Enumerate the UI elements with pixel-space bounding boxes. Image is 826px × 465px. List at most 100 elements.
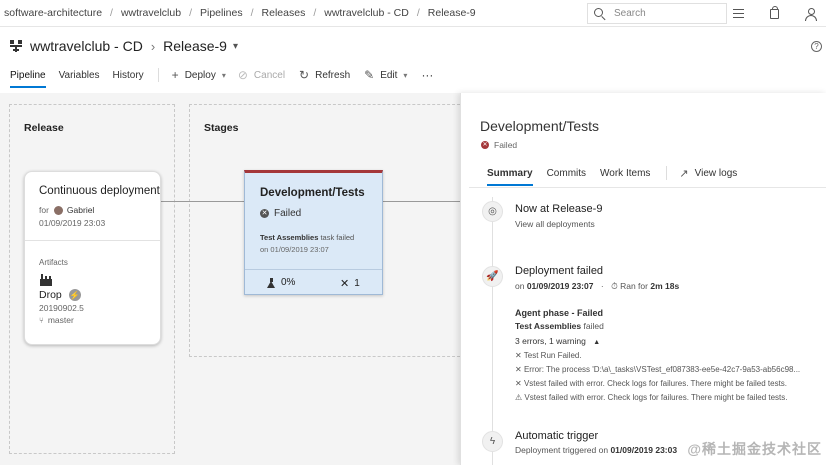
phase-task-suffix: failed: [581, 321, 604, 331]
search-box[interactable]: Search: [587, 3, 727, 24]
avatar: [53, 205, 63, 215]
search-icon: [594, 7, 606, 20]
cd-for-label: for: [39, 205, 49, 215]
title-separator: ›: [150, 38, 156, 54]
artifacts-label: Artifacts: [39, 258, 68, 267]
timeline-line: [492, 197, 493, 465]
chevron-up-icon: ▲: [593, 339, 601, 346]
deploy-button[interactable]: + Deploy ▾: [172, 62, 226, 88]
release-title[interactable]: Release-9: [163, 38, 227, 54]
breadcrumb-separator: /: [250, 7, 254, 19]
deploy-label: Deploy: [184, 69, 216, 81]
rocket-icon: 🚀: [482, 266, 503, 287]
more-actions-button[interactable]: ···: [421, 62, 433, 88]
chevron-down-icon: ▾: [221, 70, 226, 80]
help-icon[interactable]: ?: [811, 41, 822, 52]
breadcrumb-separator: /: [416, 7, 420, 19]
deploy-duration: 2m 18s: [650, 281, 680, 291]
stage-errors-value: 1: [354, 278, 360, 289]
tests-passed-value: 0%: [281, 277, 296, 288]
breadcrumb-separator: /: [189, 7, 192, 19]
continuous-deployment-card[interactable]: Continuous deployment for Gabriel 01/09/…: [24, 171, 161, 345]
error-text: Test Run Failed.: [523, 351, 582, 360]
breadcrumb-separator: /: [313, 7, 317, 19]
breadcrumb-releases[interactable]: Releases: [262, 7, 306, 19]
error-message: ✕ Vstest failed with error. Check logs f…: [515, 379, 787, 388]
stages-column-title: Stages: [204, 122, 239, 134]
user-settings-icon[interactable]: [800, 4, 820, 24]
marketplace-icon[interactable]: [764, 4, 784, 24]
tab-history[interactable]: History: [113, 62, 144, 88]
agent-phase-heading[interactable]: Agent phase - Failed: [515, 308, 603, 318]
breadcrumb-release[interactable]: Release-9: [428, 7, 476, 19]
search-input[interactable]: Search: [614, 8, 646, 19]
tab-label: History: [112, 69, 144, 81]
list-icon[interactable]: [728, 4, 748, 24]
breadcrumb-project[interactable]: wwtravelclub: [121, 7, 181, 19]
artifact-branch-row: ⑂ master: [39, 315, 74, 325]
view-logs-label: View logs: [694, 167, 738, 179]
stage-date: on 01/09/2019 23:07: [260, 245, 329, 254]
failed-icon: ✕: [481, 141, 489, 149]
tab-variables[interactable]: Variables: [59, 62, 100, 88]
tab-summary[interactable]: Summary: [487, 163, 533, 186]
automatic-trigger-heading: Automatic trigger: [515, 430, 599, 442]
refresh-label: Refresh: [315, 69, 351, 81]
view-logs-button[interactable]: ↗ View logs: [679, 163, 737, 183]
edit-button[interactable]: ✎ Edit ▾: [364, 62, 407, 88]
top-bar: software-architecture / wwtravelclub / P…: [0, 0, 826, 27]
error-icon: ✕: [515, 351, 524, 360]
cd-user: Gabriel: [66, 205, 95, 215]
error-message: ✕ Error: The process 'D:\a\_tasks\VSTest…: [515, 365, 800, 374]
card-divider: [25, 240, 160, 241]
stage-title: Development/Tests: [260, 187, 365, 199]
stage-status: ✕ Failed: [260, 208, 301, 219]
trigger-prefix: Deployment triggered on: [515, 445, 611, 455]
stage-errors[interactable]: ✕ 1: [340, 277, 360, 290]
now-at-release[interactable]: Release-9: [552, 203, 602, 215]
refresh-button[interactable]: ↻ Refresh: [299, 62, 350, 88]
cancel-label: Cancel: [253, 69, 286, 81]
pipeline-canvas: Release Stages Continuous deployment for…: [0, 93, 460, 465]
deploy-date: 01/09/2019 23:07: [526, 281, 594, 291]
chevron-down-icon[interactable]: ▾: [233, 41, 238, 52]
warning-message: ⚠ Vstest failed with error. Check logs f…: [515, 393, 788, 402]
breadcrumb-pipeline[interactable]: wwtravelclub - CD: [324, 7, 409, 19]
breadcrumb: software-architecture / wwtravelclub / P…: [0, 7, 476, 19]
flask-icon: [267, 277, 276, 288]
release-column-title: Release: [24, 122, 64, 134]
artifact-drop[interactable]: Drop ⚡: [39, 289, 81, 301]
errors-summary-toggle[interactable]: 3 errors, 1 warning ▲: [515, 336, 600, 346]
connector-line: [383, 201, 460, 202]
view-all-deployments-link[interactable]: View all deployments: [515, 219, 595, 229]
error-icon: ✕: [340, 278, 350, 290]
panel-title: Development/Tests: [480, 118, 600, 134]
deploy-ran-prefix: Ran for: [620, 281, 651, 291]
tab-pipeline[interactable]: Pipeline: [10, 62, 46, 88]
clock-icon: ⏱: [611, 281, 618, 291]
cancel-button[interactable]: ⊘ Cancel: [238, 62, 285, 88]
title-row: wwtravelclub - CD › Release-9 ▾: [0, 34, 826, 58]
branch-icon: ⑂: [39, 315, 44, 325]
breadcrumb-org[interactable]: software-architecture: [4, 7, 102, 19]
tab-commits[interactable]: Commits: [547, 163, 586, 183]
panel-status: ✕ Failed: [481, 140, 517, 150]
stage-task-name: Test Assemblies: [260, 233, 319, 242]
artifact-branch: master: [47, 315, 74, 325]
breadcrumb-pipelines[interactable]: Pipelines: [200, 7, 243, 19]
stage-footer-divider: [245, 269, 382, 270]
artifact-trigger-icon: ⚡: [68, 289, 81, 301]
phase-task: Test Assemblies failed: [515, 321, 604, 331]
pipeline-title[interactable]: wwtravelclub - CD: [30, 38, 143, 54]
artifact-name: Drop: [39, 289, 62, 301]
now-at: Now at Release-9: [515, 203, 602, 215]
cd-date: 01/09/2019 23:03: [39, 218, 106, 228]
now-at-prefix: Now at: [515, 203, 553, 215]
pencil-icon: ✎: [364, 68, 375, 82]
toolbar: Pipeline Variables History + Deploy ▾ ⊘ …: [0, 62, 826, 88]
tab-work-items[interactable]: Work Items: [600, 163, 650, 183]
toolbar-divider: [157, 68, 159, 82]
deployment-failed-heading: Deployment failed: [515, 265, 604, 277]
tests-passed[interactable]: 0%: [267, 277, 295, 288]
stage-card-development-tests[interactable]: Development/Tests ✕ Failed Test Assembli…: [244, 170, 383, 295]
